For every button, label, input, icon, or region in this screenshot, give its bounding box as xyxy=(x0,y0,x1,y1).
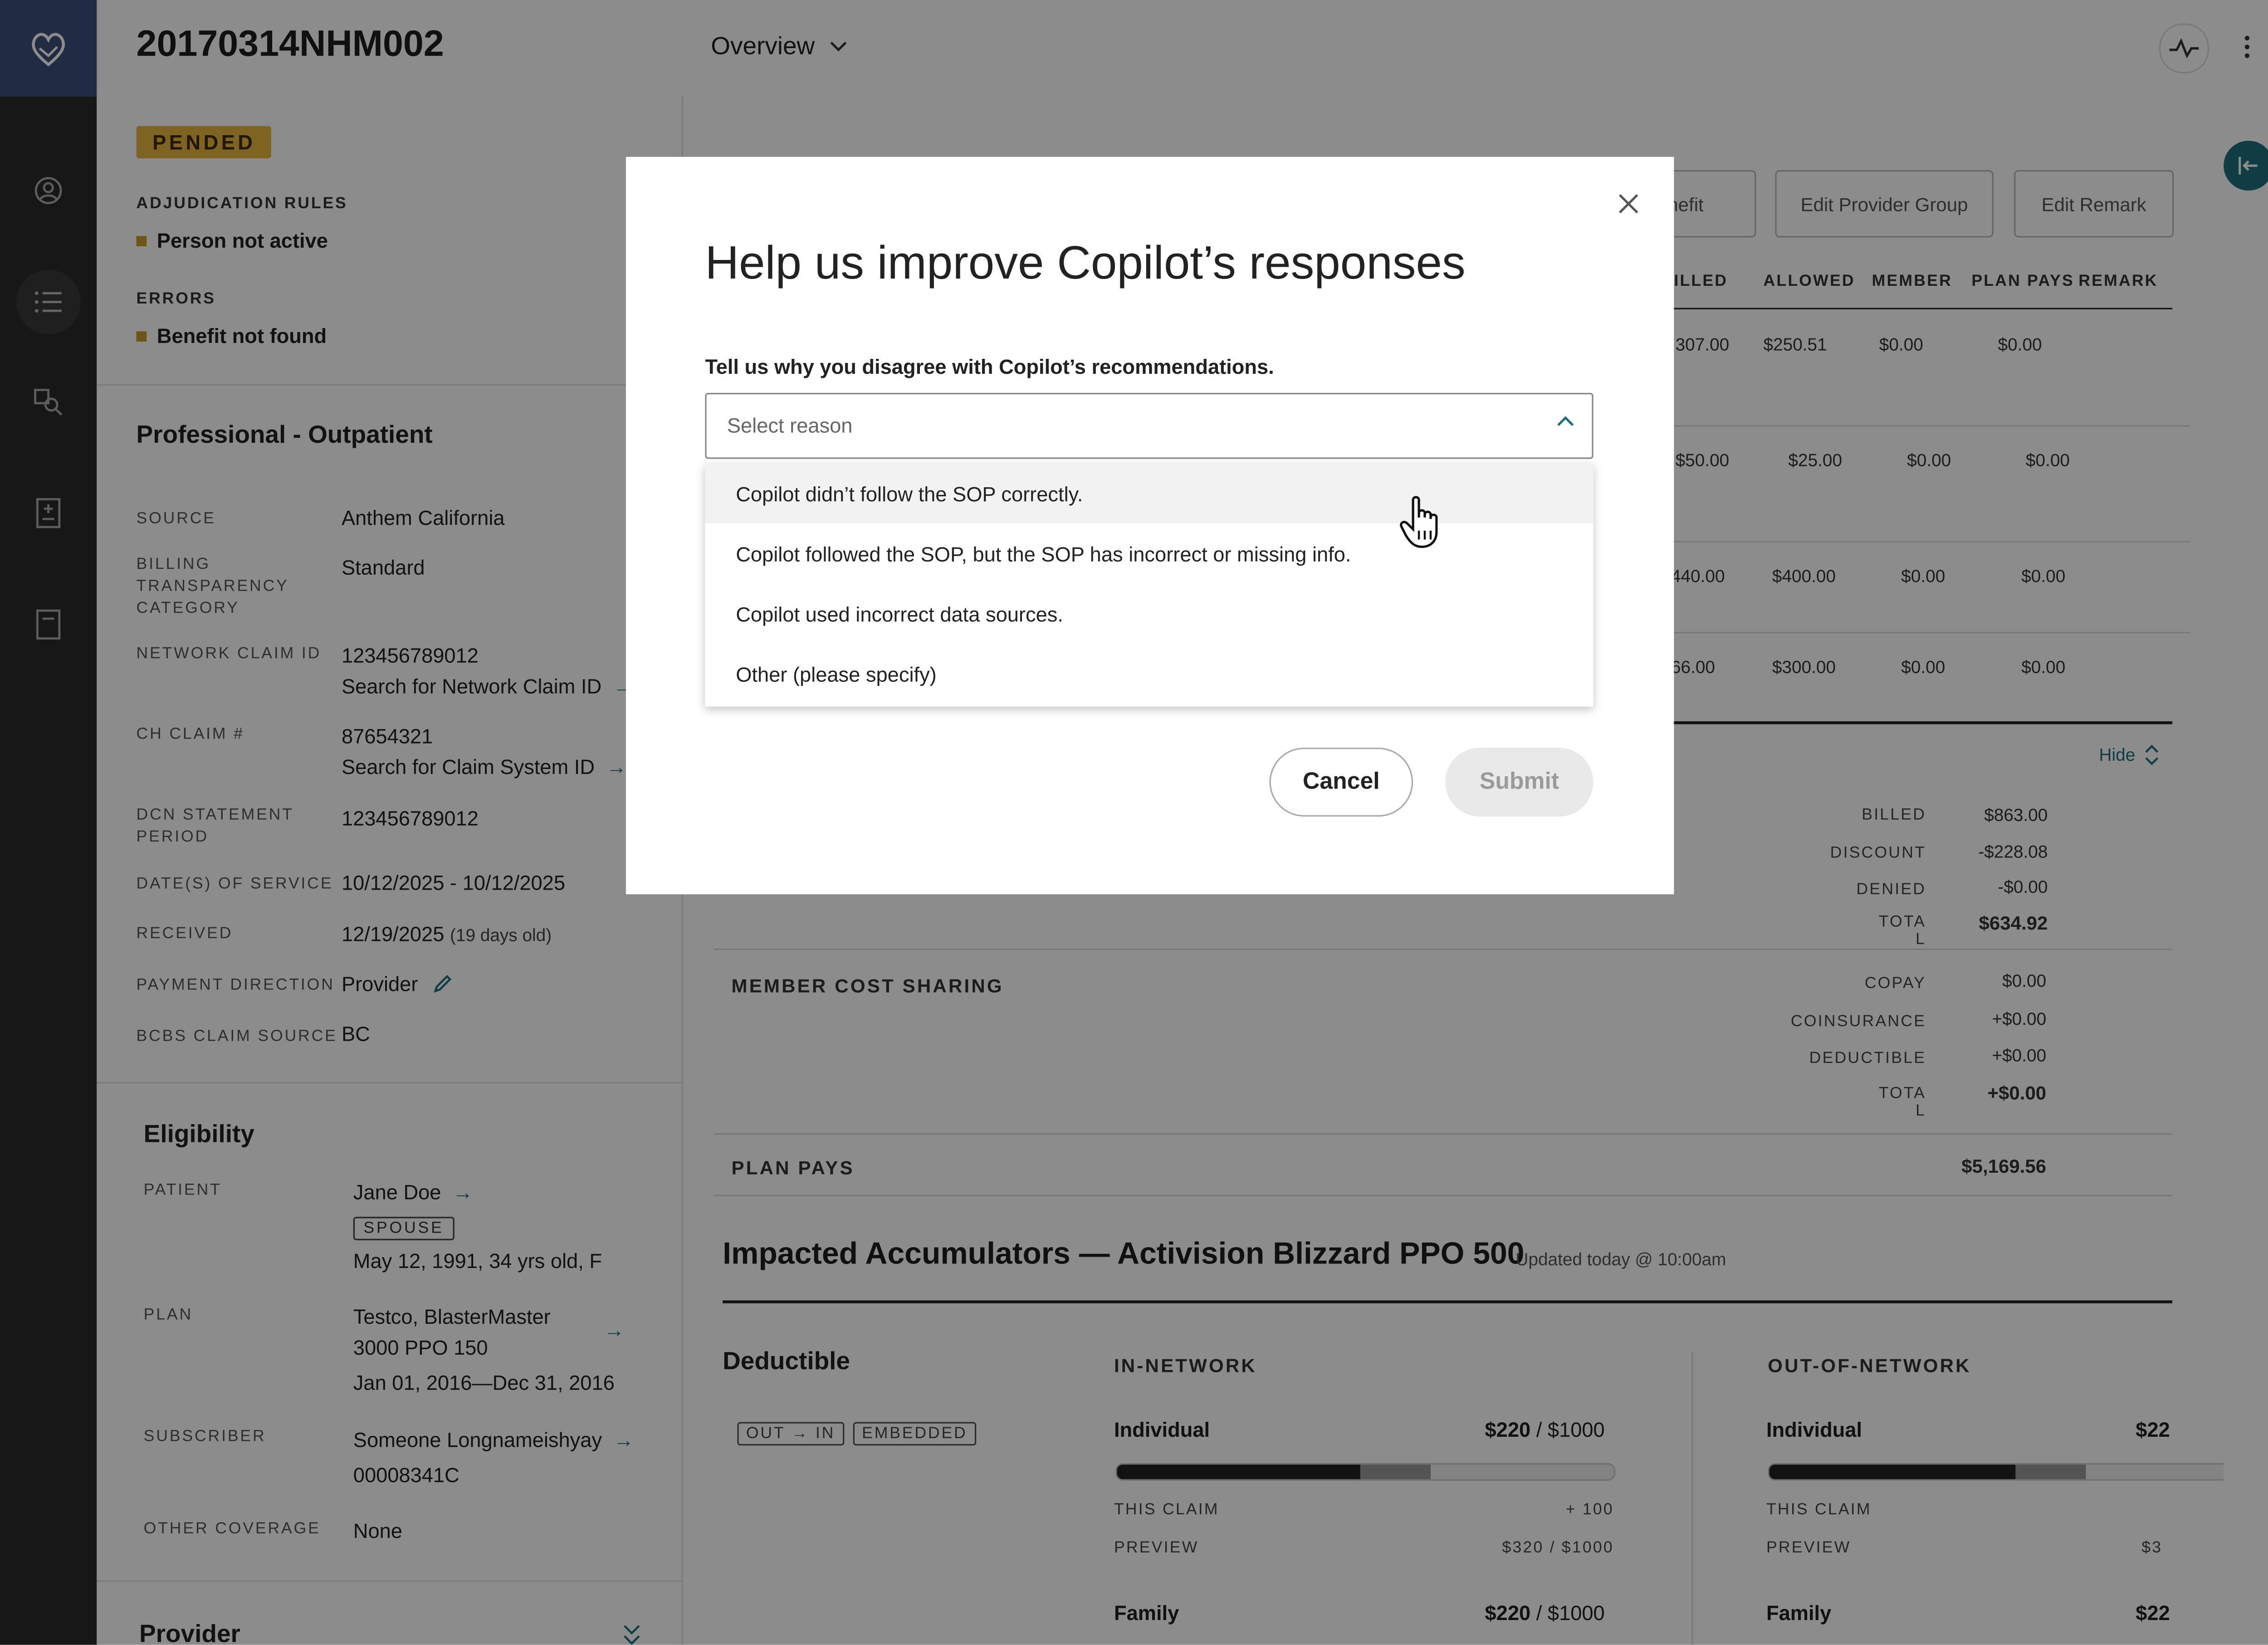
app-root: 20170314NHM002 Overview PENDED ADJUDICAT… xyxy=(0,0,2268,1645)
reason-option-other[interactable]: Other (please specify) xyxy=(705,644,1593,704)
modal-question: Tell us why you disagree with Copilot’s … xyxy=(705,355,1274,378)
chevron-up-icon xyxy=(1557,416,1574,426)
reason-option-sop-incorrect[interactable]: Copilot followed the SOP, but the SOP ha… xyxy=(705,524,1593,583)
close-icon[interactable] xyxy=(1611,186,1646,221)
cancel-button[interactable]: Cancel xyxy=(1269,748,1413,817)
reason-option-sop-not-followed[interactable]: Copilot didn’t follow the SOP correctly. xyxy=(705,463,1593,524)
reason-select[interactable]: Select reason xyxy=(705,393,1593,459)
submit-button[interactable]: Submit xyxy=(1445,748,1593,817)
hand-cursor-icon xyxy=(1400,496,1438,548)
reason-dropdown-menu: Copilot didn’t follow the SOP correctly.… xyxy=(705,463,1593,707)
reason-select-placeholder: Select reason xyxy=(727,413,853,437)
modal-title: Help us improve Copilot’s responses xyxy=(705,236,1466,289)
reason-option-incorrect-data[interactable]: Copilot used incorrect data sources. xyxy=(705,583,1593,643)
